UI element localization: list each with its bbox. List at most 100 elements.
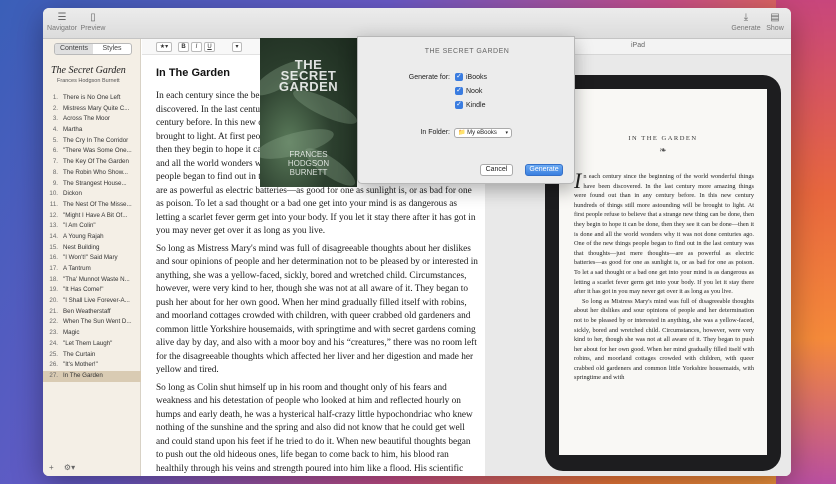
chapter-title: Magic	[63, 329, 80, 337]
chapter-number: 21.	[49, 307, 58, 315]
chapter-number: 26.	[49, 361, 58, 369]
library-icon: ▤	[770, 12, 780, 23]
chapter-number: 8.	[52, 168, 58, 176]
preview-button[interactable]: ▯ Preview	[79, 12, 107, 32]
add-icon[interactable]: +	[49, 463, 54, 472]
chapter-number: 17.	[49, 265, 58, 272]
chapter-item[interactable]: 24. "Let Them Laugh"	[43, 339, 141, 350]
nook-checkbox[interactable]: ✓ Nook	[455, 87, 482, 95]
chapter-item[interactable]: 8. The Robin Who Show...	[43, 168, 141, 179]
italic-button[interactable]: I	[191, 42, 202, 52]
chapter-number: 20.	[49, 297, 58, 305]
chapter-item[interactable]: 26. "It's Mother!"	[43, 360, 141, 371]
style-menu-button[interactable]: ★▾	[156, 42, 172, 52]
chapter-item[interactable]: 3. Across The Moor	[43, 114, 141, 125]
chapter-item[interactable]: 22. When The Sun Went D...	[43, 317, 141, 328]
device-icon: ▯	[90, 12, 96, 23]
chapter-item[interactable]: 6. "There Was Some One...	[43, 146, 141, 157]
chapter-item[interactable]: 17. A Tantrum	[43, 264, 141, 275]
more-format-button[interactable]: ▾	[232, 42, 242, 52]
chapter-number: 3.	[52, 115, 58, 123]
chapter-item[interactable]: 21. Ben Weatherstaff	[43, 307, 141, 318]
sidebar-icon: ☰	[57, 12, 67, 23]
cover-author-line: HODGSON	[287, 159, 330, 168]
chapter-title: "There Was Some One...	[63, 147, 132, 155]
ornament-icon: ❧	[659, 145, 667, 155]
chapter-number: 27.	[49, 371, 58, 379]
chapter-item[interactable]: 7. The Key Of The Garden	[43, 157, 141, 168]
chapter-item[interactable]: 1. There is No One Left	[43, 93, 141, 104]
chapter-item[interactable]: 19. "It Has Come!"	[43, 285, 141, 296]
chapter-number: 11.	[49, 200, 58, 208]
chapter-title: A Tantrum	[63, 265, 91, 272]
chapter-number: 10.	[49, 190, 58, 198]
gear-icon[interactable]: ⚙▾	[64, 463, 75, 472]
folder-icon: 📁	[458, 130, 466, 136]
chapter-item[interactable]: 4. Martha	[43, 125, 141, 136]
show-button[interactable]: ▤ Show	[763, 12, 787, 32]
chapter-item[interactable]: 11. The Nest Of The Misse...	[43, 200, 141, 211]
chapter-title: The Nest Of The Misse...	[63, 200, 132, 208]
chapter-item[interactable]: 16. "I Won't!" Said Mary	[43, 253, 141, 264]
chapter-title: The Curtain	[63, 350, 96, 358]
ibooks-checkbox[interactable]: ✓ iBooks	[455, 73, 487, 81]
chapter-item[interactable]: 18. "Tha' Munnot Waste N...	[43, 275, 141, 286]
chapter-number: 18.	[49, 275, 58, 283]
chapter-number: 12.	[49, 211, 58, 219]
chapter-number: 2.	[52, 104, 58, 112]
chapter-title: Nest Building	[63, 243, 100, 251]
kindle-checkbox[interactable]: ✓ Kindle	[455, 101, 485, 109]
chevron-down-icon: ▾	[505, 130, 508, 136]
folder-value: My eBooks	[467, 130, 497, 136]
cover-author: FRANCES HODGSON BURNETT	[260, 150, 357, 177]
chapter-number: 9.	[52, 179, 58, 187]
chapter-item[interactable]: 10. Dickon	[43, 189, 141, 200]
chapter-title: When The Sun Went D...	[63, 318, 132, 326]
chapter-number: 16.	[49, 254, 58, 262]
chapter-item[interactable]: 14. A Young Rajah	[43, 232, 141, 243]
chapter-item[interactable]: 27. In The Garden	[43, 370, 141, 382]
paragraph: So long as Colin shut himself up in his …	[156, 382, 473, 474]
generate-toolbar-button[interactable]: ⤓ Generate	[731, 12, 761, 32]
chapter-title: The Strangest House...	[63, 179, 127, 187]
chapter-item[interactable]: 12. "Might I Have A Bit Of...	[43, 211, 141, 222]
chapter-title: "I Am Colin"	[63, 222, 96, 230]
drop-cap: I	[574, 168, 582, 193]
chapter-number: 23.	[49, 329, 58, 337]
folder-select[interactable]: 📁 My eBooks ▾	[454, 128, 512, 138]
chapter-title: Dickon	[63, 190, 82, 198]
preview-paragraph: n each century since the beginning of th…	[574, 173, 754, 296]
tab-contents[interactable]: Contents	[55, 44, 93, 54]
chapter-item[interactable]: 9. The Strangest House...	[43, 179, 141, 190]
chapter-number: 4.	[52, 126, 58, 134]
generate-button[interactable]: Generate	[525, 164, 563, 176]
bold-button[interactable]: B	[178, 42, 189, 52]
book-cover-image: THE SECRET GARDEN FRANCES HODGSON BURNET…	[260, 38, 357, 187]
chapter-item[interactable]: 13. "I Am Colin"	[43, 221, 141, 232]
cancel-button[interactable]: Cancel	[480, 164, 513, 176]
preview-text: In each century since the beginning of t…	[574, 168, 754, 383]
navigator-button[interactable]: ☰ Navigator	[47, 12, 77, 32]
tab-styles[interactable]: Styles	[93, 44, 131, 54]
chapter-title: "I Shall Live Forever-A...	[63, 297, 130, 305]
chapter-title: "Might I Have A Bit Of...	[63, 211, 128, 219]
chapter-number: 7.	[52, 158, 58, 166]
chapter-item[interactable]: 23. Magic	[43, 328, 141, 339]
checkmark-icon: ✓	[455, 87, 463, 95]
chapter-item[interactable]: 15. Nest Building	[43, 243, 141, 254]
chapter-number: 6.	[52, 147, 58, 155]
chapter-item[interactable]: 2. Mistress Mary Quite C...	[43, 104, 141, 115]
chapter-number: 25.	[49, 350, 58, 358]
chapter-title: Mistress Mary Quite C...	[63, 104, 130, 112]
generate-dialog: THE SECRET GARDEN Generate for: ✓ iBooks…	[357, 36, 575, 184]
book-title: The Secret Garden	[51, 65, 126, 76]
nook-label: Nook	[466, 87, 483, 95]
toolbar: ☰ Navigator ▯ Preview ⤓ Generate ▤ Show	[43, 8, 791, 39]
book-author: Frances Hodgson Burnett	[57, 78, 120, 84]
chapter-item[interactable]: 5. The Cry In The Corridor	[43, 136, 141, 147]
chapter-item[interactable]: 25. The Curtain	[43, 350, 141, 361]
chapter-item[interactable]: 20. "I Shall Live Forever-A...	[43, 296, 141, 307]
underline-button[interactable]: U	[204, 42, 215, 52]
chapter-title: "It Has Come!"	[63, 286, 104, 294]
chapter-number: 15.	[49, 243, 58, 251]
